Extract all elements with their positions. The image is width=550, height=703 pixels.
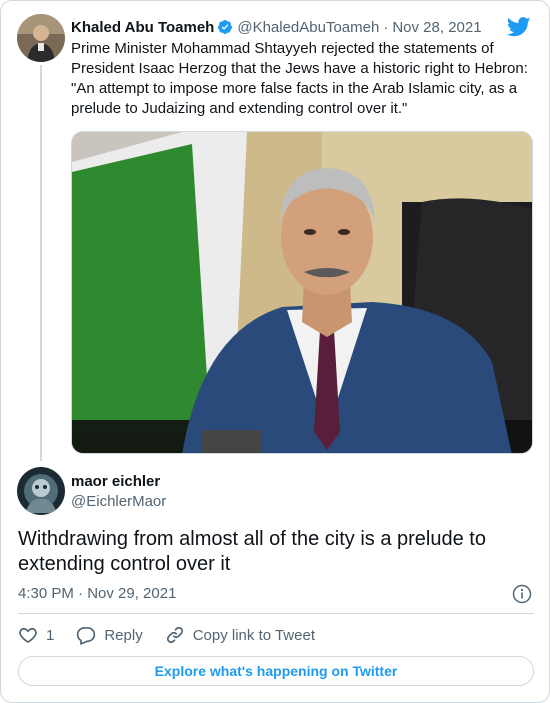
explore-twitter-button[interactable]: Explore what's happening on Twitter (18, 656, 534, 686)
quoted-text-line: President Isaac Herzog that the Jews hav… (71, 60, 528, 77)
quoted-text-line: Prime Minister Mohammad Shtayyeh rejecte… (71, 40, 494, 57)
action-bar: 1 Reply Copy link to Tweet (18, 625, 337, 645)
reply-tweet-text: Withdrawing from almost all of the city … (18, 527, 528, 577)
header-separator: · (383, 18, 389, 36)
reply-author-name[interactable]: maor eichler (71, 473, 160, 490)
like-count: 1 (46, 626, 55, 644)
info-icon[interactable] (512, 584, 532, 604)
quoted-author-handle[interactable]: @KhaledAbuToameh (237, 19, 379, 36)
quoted-text-line: prelude to Judaizing and extending contr… (71, 100, 408, 117)
heart-icon (19, 627, 37, 644)
reply-text-line: Withdrawing from almost all of the city … (18, 528, 486, 550)
reply-timestamp[interactable]: 4:30 PM · Nov 29, 2021 (18, 585, 176, 602)
reply-button[interactable]: Reply (76, 625, 143, 645)
reply-label: Reply (104, 626, 143, 644)
quoted-author-avatar[interactable] (17, 14, 65, 62)
divider (18, 613, 534, 614)
quoted-tweet-date[interactable]: Nov 28, 2021 (392, 19, 481, 36)
quoted-tweet-header: Khaled Abu Toameh @KhaledAbuToameh · Nov… (71, 17, 482, 37)
copy-link-button[interactable]: Copy link to Tweet (165, 625, 315, 645)
reply-author-handle[interactable]: @EichlerMaor (71, 493, 166, 510)
reply-icon (77, 627, 96, 645)
quoted-tweet-photo[interactable] (71, 131, 533, 454)
thread-connector-line (40, 65, 42, 461)
quoted-text-line: "An attempt to impose more false facts i… (71, 80, 518, 97)
verified-badge-icon (218, 20, 233, 34)
reply-author-avatar[interactable] (17, 467, 65, 515)
reply-text-line: extending control over it (18, 553, 231, 575)
quoted-tweet-text: Prime Minister Mohammad Shtayyeh rejecte… (71, 39, 541, 119)
quoted-author-name[interactable]: Khaled Abu Toameh (71, 19, 214, 36)
twitter-bird-icon[interactable] (507, 17, 531, 37)
copy-link-label: Copy link to Tweet (192, 626, 315, 644)
link-icon (166, 626, 183, 644)
like-button[interactable]: 1 (18, 625, 54, 645)
tweet-embed-card: Khaled Abu Toameh @KhaledAbuToameh · Nov… (0, 0, 550, 703)
